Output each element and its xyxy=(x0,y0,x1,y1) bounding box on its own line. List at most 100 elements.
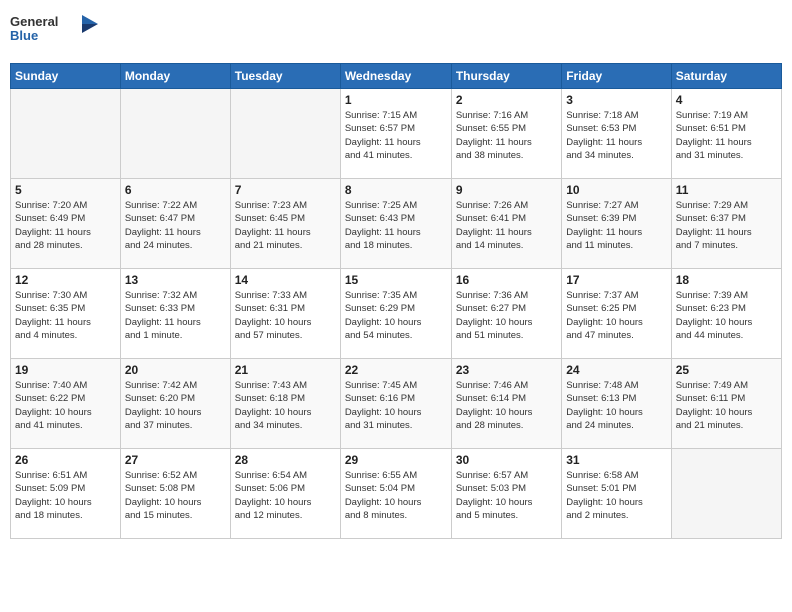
day-number: 6 xyxy=(125,183,226,197)
week-row-5: 26Sunrise: 6:51 AM Sunset: 5:09 PM Dayli… xyxy=(11,449,782,539)
weekday-header-tuesday: Tuesday xyxy=(230,64,340,89)
logo-wing-dark xyxy=(82,24,98,33)
day-info: Sunrise: 7:46 AM Sunset: 6:14 PM Dayligh… xyxy=(456,379,557,432)
day-number: 31 xyxy=(566,453,666,467)
day-number: 7 xyxy=(235,183,336,197)
week-row-4: 19 Sunrise: 7:40 AM Sunset: 6:22 PM Dayli… xyxy=(11,359,782,449)
day-info: Sunrise: 7:48 AM Sunset: 6:13 PM Dayligh… xyxy=(566,379,666,432)
calendar-cell: 15 Sunrise: 7:35 AM Sunset: 6:29 PM Dayli… xyxy=(340,269,451,359)
day-number: 22 xyxy=(345,363,447,377)
day-number: 24 xyxy=(566,363,666,377)
calendar-cell: 31 Sunrise: 6:58 AM Sunset: 5:01 PM Dayli… xyxy=(562,449,671,539)
day-number: 29 xyxy=(345,453,447,467)
calendar-cell: 13 Sunrise: 7:32 AM Sunset: 6:33 PM Dayli… xyxy=(120,269,230,359)
calendar-cell: 1 Sunrise: 7:15 AM Sunset: 6:57 PM Daylig… xyxy=(340,89,451,179)
calendar-cell: 20Sunrise: 7:42 AM Sunset: 6:20 PM Dayli… xyxy=(120,359,230,449)
day-number: 10 xyxy=(566,183,666,197)
day-number: 2 xyxy=(456,93,557,107)
calendar-cell: 14 Sunrise: 7:33 AM Sunset: 6:31 PM Dayli… xyxy=(230,269,340,359)
calendar-cell: 7 Sunrise: 7:23 AM Sunset: 6:45 PM Daylig… xyxy=(230,179,340,269)
calendar-cell xyxy=(120,89,230,179)
calendar-cell: 26Sunrise: 6:51 AM Sunset: 5:09 PM Dayli… xyxy=(11,449,121,539)
day-info: Sunrise: 7:43 AM Sunset: 6:18 PM Dayligh… xyxy=(235,379,336,432)
day-number: 17 xyxy=(566,273,666,287)
calendar-cell: 25 Sunrise: 7:49 AM Sunset: 6:11 PM Dayli… xyxy=(671,359,781,449)
day-number: 21 xyxy=(235,363,336,377)
day-info: Sunrise: 7:35 AM Sunset: 6:29 PM Dayligh… xyxy=(345,289,447,342)
day-number: 19 xyxy=(15,363,116,377)
calendar-cell: 18Sunrise: 7:39 AM Sunset: 6:23 PM Dayli… xyxy=(671,269,781,359)
logo-svg: General Blue xyxy=(10,10,100,50)
day-info: Sunrise: 7:15 AM Sunset: 6:57 PM Dayligh… xyxy=(345,109,447,162)
day-info: Sunrise: 6:58 AM Sunset: 5:01 PM Dayligh… xyxy=(566,469,666,522)
day-number: 25 xyxy=(676,363,777,377)
day-number: 16 xyxy=(456,273,557,287)
logo: General Blue xyxy=(10,10,100,55)
calendar-cell: 3 Sunrise: 7:18 AM Sunset: 6:53 PM Daylig… xyxy=(562,89,671,179)
weekday-header-sunday: Sunday xyxy=(11,64,121,89)
day-info: Sunrise: 7:26 AM Sunset: 6:41 PM Dayligh… xyxy=(456,199,557,252)
day-info: Sunrise: 7:27 AM Sunset: 6:39 PM Dayligh… xyxy=(566,199,666,252)
day-number: 9 xyxy=(456,183,557,197)
logo-wing xyxy=(82,15,98,24)
calendar-cell: 8 Sunrise: 7:25 AM Sunset: 6:43 PM Daylig… xyxy=(340,179,451,269)
day-number: 4 xyxy=(676,93,777,107)
calendar-table: SundayMondayTuesdayWednesdayThursdayFrid… xyxy=(10,63,782,539)
day-info: Sunrise: 7:16 AM Sunset: 6:55 PM Dayligh… xyxy=(456,109,557,162)
calendar-cell: 16 Sunrise: 7:36 AM Sunset: 6:27 PM Dayli… xyxy=(451,269,561,359)
day-number: 14 xyxy=(235,273,336,287)
week-row-2: 5 Sunrise: 7:20 AM Sunset: 6:49 PM Daylig… xyxy=(11,179,782,269)
calendar-cell xyxy=(230,89,340,179)
day-info: Sunrise: 7:36 AM Sunset: 6:27 PM Dayligh… xyxy=(456,289,557,342)
day-info: Sunrise: 7:37 AM Sunset: 6:25 PM Dayligh… xyxy=(566,289,666,342)
day-info: Sunrise: 7:29 AM Sunset: 6:37 PM Dayligh… xyxy=(676,199,777,252)
day-number: 11 xyxy=(676,183,777,197)
svg-text:General: General xyxy=(10,14,58,29)
day-number: 27 xyxy=(125,453,226,467)
day-info: Sunrise: 7:32 AM Sunset: 6:33 PM Dayligh… xyxy=(125,289,226,342)
day-info: Sunrise: 7:40 AM Sunset: 6:22 PM Dayligh… xyxy=(15,379,116,432)
calendar-cell: 12Sunrise: 7:30 AM Sunset: 6:35 PM Dayli… xyxy=(11,269,121,359)
day-info: Sunrise: 7:23 AM Sunset: 6:45 PM Dayligh… xyxy=(235,199,336,252)
calendar-cell: 19 Sunrise: 7:40 AM Sunset: 6:22 PM Dayli… xyxy=(11,359,121,449)
day-number: 26 xyxy=(15,453,116,467)
weekday-header-friday: Friday xyxy=(562,64,671,89)
day-info: Sunrise: 6:54 AM Sunset: 5:06 PM Dayligh… xyxy=(235,469,336,522)
week-row-3: 12Sunrise: 7:30 AM Sunset: 6:35 PM Dayli… xyxy=(11,269,782,359)
day-info: Sunrise: 7:20 AM Sunset: 6:49 PM Dayligh… xyxy=(15,199,116,252)
svg-text:Blue: Blue xyxy=(10,28,38,43)
day-info: Sunrise: 6:55 AM Sunset: 5:04 PM Dayligh… xyxy=(345,469,447,522)
page: General Blue SundayMondayTuesdayWednesda… xyxy=(0,0,792,612)
day-info: Sunrise: 7:33 AM Sunset: 6:31 PM Dayligh… xyxy=(235,289,336,342)
calendar-cell: 6Sunrise: 7:22 AM Sunset: 6:47 PM Daylig… xyxy=(120,179,230,269)
calendar-cell: 30Sunrise: 6:57 AM Sunset: 5:03 PM Dayli… xyxy=(451,449,561,539)
weekday-header-row: SundayMondayTuesdayWednesdayThursdayFrid… xyxy=(11,64,782,89)
day-number: 28 xyxy=(235,453,336,467)
day-number: 13 xyxy=(125,273,226,287)
day-info: Sunrise: 7:42 AM Sunset: 6:20 PM Dayligh… xyxy=(125,379,226,432)
calendar-cell: 29 Sunrise: 6:55 AM Sunset: 5:04 PM Dayli… xyxy=(340,449,451,539)
calendar-cell: 11 Sunrise: 7:29 AM Sunset: 6:37 PM Dayli… xyxy=(671,179,781,269)
week-row-1: 1 Sunrise: 7:15 AM Sunset: 6:57 PM Daylig… xyxy=(11,89,782,179)
calendar-cell xyxy=(671,449,781,539)
calendar-cell: 2 Sunrise: 7:16 AM Sunset: 6:55 PM Daylig… xyxy=(451,89,561,179)
day-info: Sunrise: 7:18 AM Sunset: 6:53 PM Dayligh… xyxy=(566,109,666,162)
logo-block: General Blue xyxy=(10,10,100,55)
header: General Blue xyxy=(10,10,782,55)
day-info: Sunrise: 7:25 AM Sunset: 6:43 PM Dayligh… xyxy=(345,199,447,252)
calendar-cell xyxy=(11,89,121,179)
day-number: 8 xyxy=(345,183,447,197)
day-number: 3 xyxy=(566,93,666,107)
day-info: Sunrise: 7:39 AM Sunset: 6:23 PM Dayligh… xyxy=(676,289,777,342)
calendar-cell: 10 Sunrise: 7:27 AM Sunset: 6:39 PM Dayli… xyxy=(562,179,671,269)
weekday-header-wednesday: Wednesday xyxy=(340,64,451,89)
weekday-header-thursday: Thursday xyxy=(451,64,561,89)
day-number: 15 xyxy=(345,273,447,287)
calendar-cell: 28 Sunrise: 6:54 AM Sunset: 5:06 PM Dayli… xyxy=(230,449,340,539)
calendar-cell: 9 Sunrise: 7:26 AM Sunset: 6:41 PM Daylig… xyxy=(451,179,561,269)
calendar-cell: 23Sunrise: 7:46 AM Sunset: 6:14 PM Dayli… xyxy=(451,359,561,449)
day-number: 1 xyxy=(345,93,447,107)
day-number: 5 xyxy=(15,183,116,197)
day-info: Sunrise: 7:49 AM Sunset: 6:11 PM Dayligh… xyxy=(676,379,777,432)
day-info: Sunrise: 7:45 AM Sunset: 6:16 PM Dayligh… xyxy=(345,379,447,432)
